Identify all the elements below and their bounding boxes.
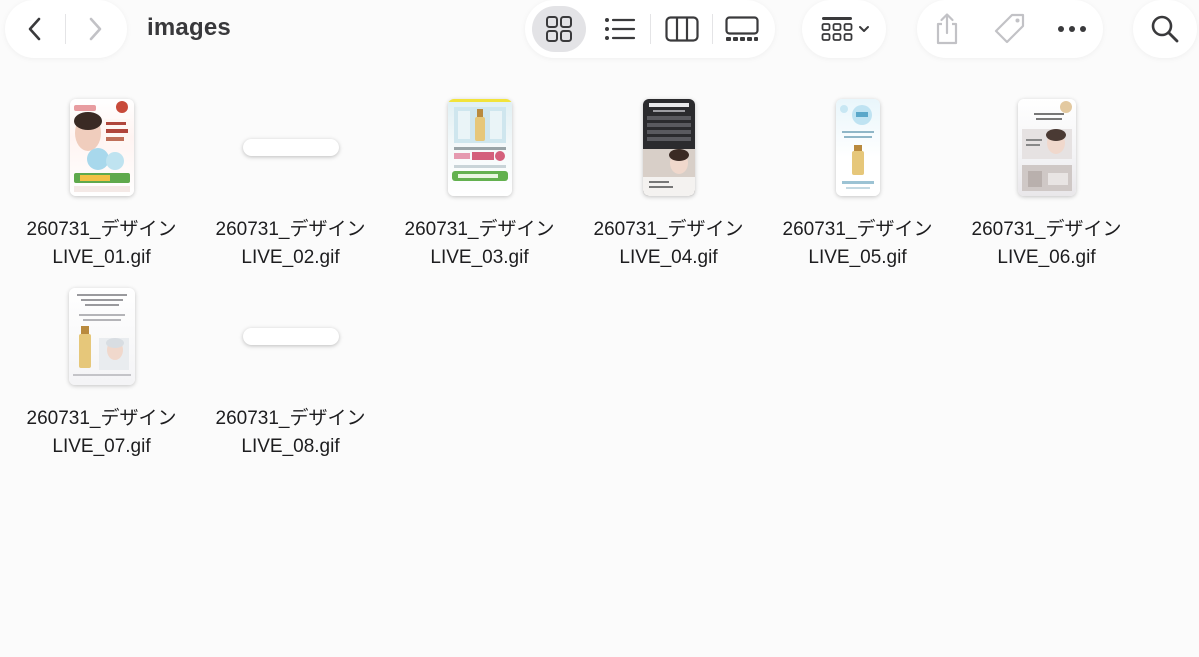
thumbnail-frame [7,90,196,205]
thumbnail [1017,99,1076,196]
file-item[interactable]: 260731_デザイン LIVE_03.gif [385,90,574,270]
more-button[interactable] [1052,9,1092,49]
column-view-icon [665,16,699,42]
file-name: 260731_デザイン LIVE_07.gif [7,405,196,461]
list-view-button[interactable] [593,6,647,52]
divider [712,14,713,44]
thumbnail-frame [574,90,763,205]
file-item[interactable]: 260731_デザイン LIVE_06.gif [952,90,1141,270]
file-item[interactable]: 260731_デザイン LIVE_07.gif [7,279,196,459]
chevron-right-icon [89,17,102,41]
file-name: 260731_デザイン LIVE_05.gif [763,216,952,272]
share-icon [936,13,958,45]
group-by-icon [821,17,852,41]
thumbnail-frame [7,279,196,394]
thumbnail-frame [763,90,952,205]
file-name-line: LIVE_04.gif [619,247,718,268]
thumbnail-frame [952,90,1141,205]
file-name-line: LIVE_06.gif [997,247,1096,268]
window-title: images [147,14,231,41]
thumbnail [68,288,135,385]
column-view-button[interactable] [655,6,709,52]
thumbnail-frame [385,90,574,205]
file-name-line: 260731_デザイン [782,219,933,240]
thumbnail [69,99,134,196]
thumbnail [447,99,512,196]
file-item[interactable]: 260731_デザイン LIVE_05.gif [763,90,952,270]
thumbnail-frame [196,90,385,205]
file-item[interactable]: 260731_デザイン LIVE_04.gif [574,90,763,270]
group-by-group [802,0,886,58]
tag-button[interactable] [990,9,1030,49]
list-view-icon [605,18,636,40]
thumbnail-frame [196,279,385,394]
navigation-group [5,0,127,58]
file-name: 260731_デザイン LIVE_02.gif [196,216,385,272]
file-name-line: LIVE_01.gif [52,247,151,268]
thumbnail [835,99,880,196]
divider [65,14,66,44]
gallery-view-icon [725,16,759,41]
file-name-line: 260731_デザイン [971,219,1122,240]
file-item[interactable]: 260731_デザイン LIVE_08.gif [196,279,385,459]
file-name: 260731_デザイン LIVE_03.gif [385,216,574,272]
file-name-line: 260731_デザイン [593,219,744,240]
group-by-button[interactable] [816,9,874,49]
file-name-line: LIVE_05.gif [808,247,907,268]
thumbnail [242,139,339,156]
toolbar: images [0,0,1199,62]
search-group [1133,0,1197,58]
file-name-line: 260731_デザイン [215,408,366,429]
file-name-line: LIVE_03.gif [430,247,529,268]
chevron-down-icon [858,26,869,32]
file-name: 260731_デザイン LIVE_08.gif [196,405,385,461]
forward-button[interactable] [75,9,115,49]
search-icon [1151,15,1179,43]
actions-group [917,0,1103,58]
share-button[interactable] [927,9,967,49]
icon-view-icon [546,16,572,42]
tag-icon [994,13,1025,44]
chevron-left-icon [28,17,41,41]
thumbnail [642,99,695,196]
file-name-line: LIVE_02.gif [241,247,340,268]
search-button[interactable] [1145,9,1185,49]
thumbnail [242,328,339,345]
back-button[interactable] [15,9,55,49]
file-name-line: LIVE_08.gif [241,436,340,457]
file-name-line: 260731_デザイン [26,408,177,429]
more-icon [1058,26,1086,32]
file-item[interactable]: 260731_デザイン LIVE_02.gif [196,90,385,270]
file-name-line: LIVE_07.gif [52,436,151,457]
file-name: 260731_デザイン LIVE_01.gif [7,216,196,272]
file-name-line: 260731_デザイン [26,219,177,240]
icon-view-button[interactable] [532,6,586,52]
file-name: 260731_デザイン LIVE_06.gif [952,216,1141,272]
file-name: 260731_デザイン LIVE_04.gif [574,216,763,272]
file-item[interactable]: 260731_デザイン LIVE_01.gif [7,90,196,270]
file-name-line: 260731_デザイン [215,219,366,240]
view-mode-group [525,0,775,58]
gallery-view-button[interactable] [715,6,769,52]
file-name-line: 260731_デザイン [404,219,555,240]
divider [650,14,651,44]
